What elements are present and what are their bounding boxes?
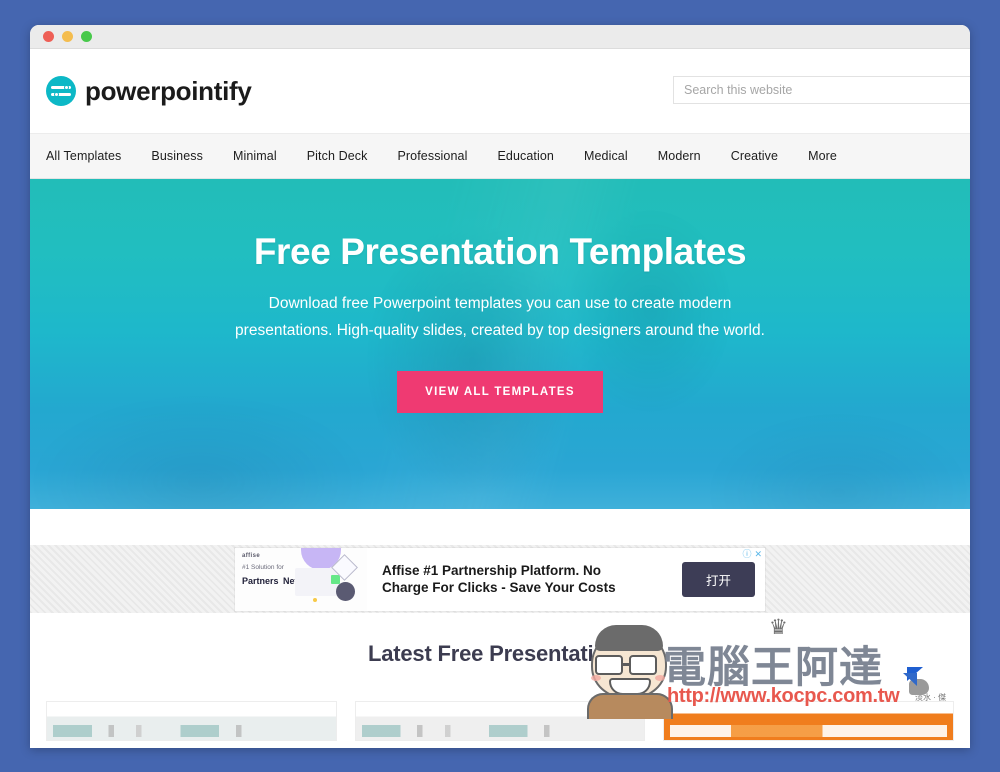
ad-tagline-line1: Partners xyxy=(242,575,279,586)
search-input[interactable] xyxy=(673,76,970,104)
template-thumbnail-row xyxy=(30,701,970,741)
minimize-window-button[interactable] xyxy=(62,31,73,42)
ad-artwork-icon xyxy=(295,547,367,611)
site-logo[interactable]: powerpointify xyxy=(46,76,252,107)
latest-section-title: Latest Free Presentations xyxy=(368,641,632,666)
ad-close-icon[interactable]: ✕ xyxy=(754,549,762,559)
window-titlebar xyxy=(30,25,970,49)
ad-creative-image: affise #1 Solution for Partners Networks xyxy=(235,547,367,611)
nav-item-more[interactable]: More xyxy=(793,149,852,163)
ad-open-button[interactable]: 打开 xyxy=(681,561,755,597)
template-thumbnail[interactable] xyxy=(46,701,337,741)
slider-circle-icon xyxy=(46,76,76,106)
ad-info-icon[interactable]: ⓘ xyxy=(742,549,751,559)
search-box[interactable] xyxy=(673,76,970,104)
hero-section: Free Presentation Templates Download fre… xyxy=(30,179,970,509)
hero-subtitle: Download free Powerpoint templates you c… xyxy=(235,295,765,340)
nav-item-modern[interactable]: Modern xyxy=(643,149,716,163)
ad-controls: ⓘ ✕ xyxy=(742,549,762,559)
advertisement-strip: affise #1 Solution for Partners Networks xyxy=(30,545,970,613)
main-navigation: All Templates Business Minimal Pitch Dec… xyxy=(30,133,970,179)
site-logo-text: powerpointify xyxy=(85,75,252,106)
content-spacer xyxy=(30,509,970,545)
desktop-background: powerpointify All Templates Business Min… xyxy=(0,0,1000,772)
advertisement-banner[interactable]: affise #1 Solution for Partners Networks xyxy=(235,547,765,611)
hero-title: Free Presentation Templates xyxy=(253,231,747,272)
template-thumbnail[interactable] xyxy=(663,701,955,741)
page-viewport: powerpointify All Templates Business Min… xyxy=(30,49,970,748)
nav-item-creative[interactable]: Creative xyxy=(716,149,793,163)
nav-item-education[interactable]: Education xyxy=(482,149,569,163)
ad-headline: Affise #1 Partnership Platform. No Charg… xyxy=(382,562,616,595)
maximize-window-button[interactable] xyxy=(81,31,92,42)
view-all-templates-button[interactable]: VIEW ALL TEMPLATES xyxy=(397,370,603,413)
browser-window: powerpointify All Templates Business Min… xyxy=(30,25,970,748)
latest-presentations-section: Latest Free Presentations xyxy=(30,613,970,741)
site-header: powerpointify xyxy=(30,49,970,133)
nav-item-professional[interactable]: Professional xyxy=(382,149,482,163)
nav-item-business[interactable]: Business xyxy=(136,149,218,163)
nav-item-medical[interactable]: Medical xyxy=(569,149,643,163)
nav-item-pitch-deck[interactable]: Pitch Deck xyxy=(292,149,383,163)
nav-item-all-templates[interactable]: All Templates xyxy=(46,149,136,163)
ad-copy: Affise #1 Partnership Platform. No Charg… xyxy=(367,548,682,611)
nav-item-minimal[interactable]: Minimal xyxy=(218,149,292,163)
template-thumbnail[interactable] xyxy=(354,701,646,741)
close-window-button[interactable] xyxy=(43,31,54,42)
